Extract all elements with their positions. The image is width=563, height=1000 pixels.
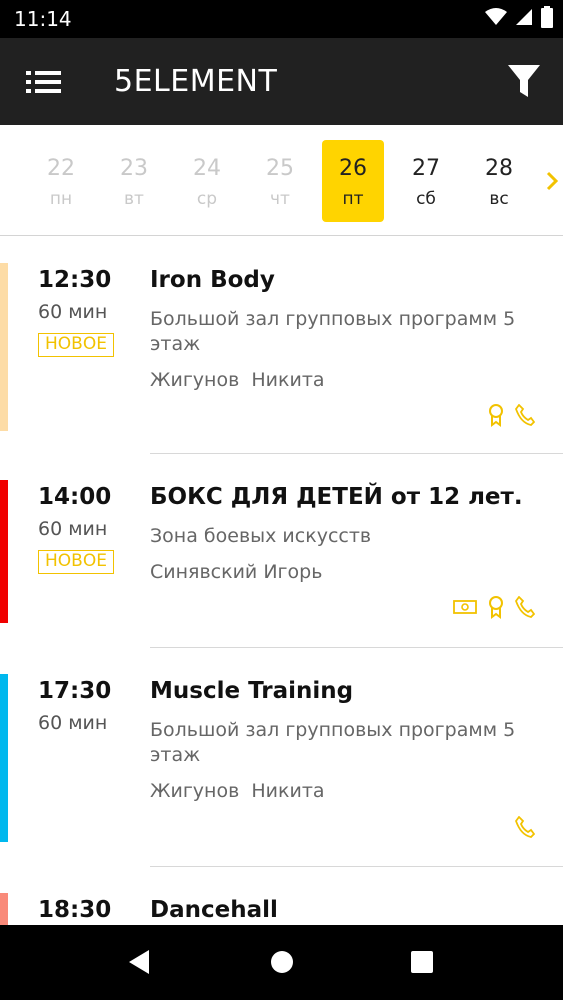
class-color-stripe xyxy=(0,674,8,842)
class-name: Iron Body xyxy=(150,267,275,293)
money-icon xyxy=(453,600,477,614)
battery-icon xyxy=(541,6,553,28)
phone-icon xyxy=(515,596,535,618)
date-item[interactable]: 28 вс xyxy=(468,140,530,222)
menu-icon[interactable] xyxy=(24,64,64,100)
chevron-right-icon[interactable] xyxy=(545,171,559,191)
date-item[interactable]: 27 сб xyxy=(395,140,457,222)
class-room: Зона боевых искусств xyxy=(150,525,372,547)
phone-icon xyxy=(515,404,535,426)
class-time: 17:30 xyxy=(38,678,112,704)
class-color-stripe xyxy=(0,480,8,623)
class-color-stripe xyxy=(0,893,8,925)
home-icon[interactable] xyxy=(270,949,294,975)
class-item[interactable]: 12:30 60 мин НОВОЕ Iron Body Большой зал… xyxy=(0,237,563,454)
date-weekday: вт xyxy=(124,189,144,209)
date-item[interactable]: 25 чт xyxy=(249,140,311,222)
class-room: Большой зал групповых программ 5 этаж xyxy=(150,308,516,355)
system-nav-bar xyxy=(0,925,563,1000)
status-time: 11:14 xyxy=(14,7,72,31)
class-coach: Жигунов Никита xyxy=(150,780,325,802)
date-number: 26 xyxy=(339,156,367,181)
date-number: 27 xyxy=(412,156,440,181)
class-duration: 60 мин xyxy=(38,301,108,323)
class-name: Muscle Training xyxy=(150,678,354,704)
status-bar: 11:14 xyxy=(0,0,563,38)
date-item[interactable]: 24 ср xyxy=(176,140,238,222)
class-item[interactable]: 18:30 Dancehall xyxy=(0,867,563,925)
class-duration: 60 мин xyxy=(38,518,108,540)
new-badge: НОВОЕ xyxy=(38,333,114,357)
date-number: 24 xyxy=(193,156,221,181)
date-item-selected[interactable]: 26 пт xyxy=(322,140,384,222)
class-item[interactable]: 17:30 60 мин Muscle Training Большой зал… xyxy=(0,648,563,867)
award-icon xyxy=(489,404,503,427)
new-badge: НОВОЕ xyxy=(38,550,114,574)
date-number: 22 xyxy=(47,156,75,181)
date-item[interactable]: 23 вт xyxy=(103,140,165,222)
date-weekday: сб xyxy=(416,189,436,209)
class-time: 12:30 xyxy=(38,267,112,293)
date-number: 23 xyxy=(120,156,148,181)
date-selector: 22 пн 23 вт 24 ср 25 чт 26 пт 27 сб 28 в… xyxy=(0,125,563,236)
wifi-icon xyxy=(485,8,507,25)
class-name: Dancehall xyxy=(150,897,278,923)
class-color-stripe xyxy=(0,263,8,431)
class-list: 12:30 60 мин НОВОЕ Iron Body Большой зал… xyxy=(0,237,563,925)
class-name: БОКС ДЛЯ ДЕТЕЙ от 12 лет. xyxy=(150,484,523,510)
date-number: 25 xyxy=(266,156,294,181)
date-weekday: пт xyxy=(342,189,364,209)
date-weekday: чт xyxy=(270,189,290,209)
class-time: 18:30 xyxy=(38,897,112,923)
class-item[interactable]: 14:00 60 мин НОВОЕ БОКС ДЛЯ ДЕТЕЙ от 12 … xyxy=(0,454,563,648)
signal-icon xyxy=(516,9,532,25)
app-bar: 5ELEMENT xyxy=(0,38,563,125)
filter-icon[interactable] xyxy=(507,62,541,100)
class-room: Большой зал групповых программ 5 этаж xyxy=(150,719,516,766)
date-item[interactable]: 22 пн xyxy=(30,140,92,222)
date-weekday: ср xyxy=(196,189,218,209)
class-time: 14:00 xyxy=(38,484,112,510)
date-number: 28 xyxy=(485,156,513,181)
date-weekday: пн xyxy=(49,189,73,209)
class-duration: 60 мин xyxy=(38,712,108,734)
class-coach: Синявский Игорь xyxy=(150,561,323,583)
recents-icon[interactable] xyxy=(410,949,434,975)
back-icon[interactable] xyxy=(128,949,150,975)
app-title: 5ELEMENT xyxy=(114,64,278,99)
award-icon xyxy=(489,596,503,619)
date-weekday: вс xyxy=(489,189,509,209)
class-coach: Жигунов Никита xyxy=(150,369,325,391)
phone-icon xyxy=(515,816,535,838)
